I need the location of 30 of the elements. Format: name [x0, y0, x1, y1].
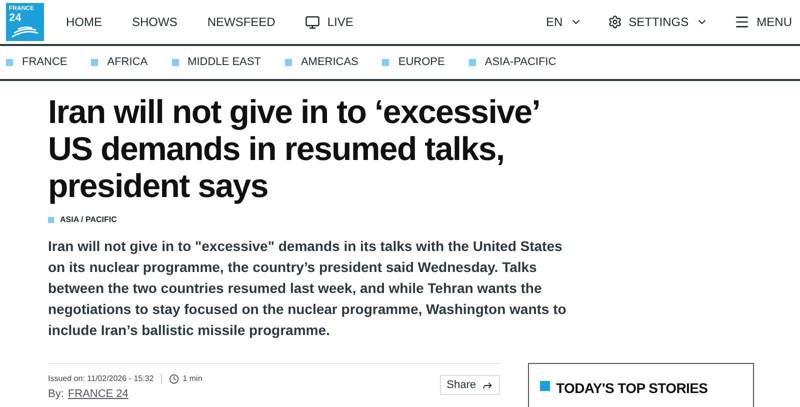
share-icon — [482, 380, 493, 390]
share-button[interactable]: Share — [440, 375, 500, 395]
square-icon — [540, 381, 550, 391]
author-link[interactable]: FRANCE 24 — [68, 388, 128, 401]
nav-link[interactable]: LIVE — [305, 13, 354, 31]
nav-link[interactable]: NEWSFEED — [207, 13, 276, 31]
nav-link[interactable]: SHOWS — [132, 13, 178, 31]
category-tag[interactable]: ASIA / PACIFIC — [60, 214, 117, 226]
region-link[interactable]: ASIA-PACIFIC — [468, 54, 556, 71]
region-link[interactable]: MIDDLE EAST — [172, 54, 261, 71]
settings-icon — [608, 15, 622, 29]
read-time: 1 min — [182, 373, 202, 385]
menu-icon — [734, 14, 750, 30]
settings-button[interactable]: SETTINGS — [608, 13, 708, 31]
region-link[interactable]: FRANCE — [6, 54, 68, 71]
tv-icon — [305, 14, 320, 30]
byline-label: By: — [48, 388, 64, 401]
region-link[interactable]: AMERICAS — [284, 54, 358, 71]
article-title: Iran will not give in to ‘excessive’ US demands in resumed talks, president says — [48, 93, 540, 204]
language-button[interactable]: EN — [546, 13, 582, 31]
logo-number: 24 — [9, 13, 22, 24]
panel-title: TODAY'S TOP STORIES — [556, 379, 708, 398]
clock-icon — [168, 374, 179, 384]
issued-date: Issued on: 11/02/2026 - 15:32 — [48, 373, 154, 385]
region-link[interactable]: AFRICA — [91, 54, 148, 71]
wave-icon — [10, 25, 40, 39]
menu-button[interactable]: MENU — [734, 13, 792, 31]
article-summary: Iran will not give in to "excessive" demands in its talks with the United States on its nuclear programme, the country’s president said Wednesday. Talks between the two countries resumed last week, and while Tehran wants the negotiations to stay focused on the nuclear programme, Washington wants to include Iran’s ballistic missile programme. — [48, 237, 568, 340]
nav-link[interactable]: HOME — [66, 13, 102, 31]
region-link[interactable]: EUROPE — [382, 54, 445, 71]
